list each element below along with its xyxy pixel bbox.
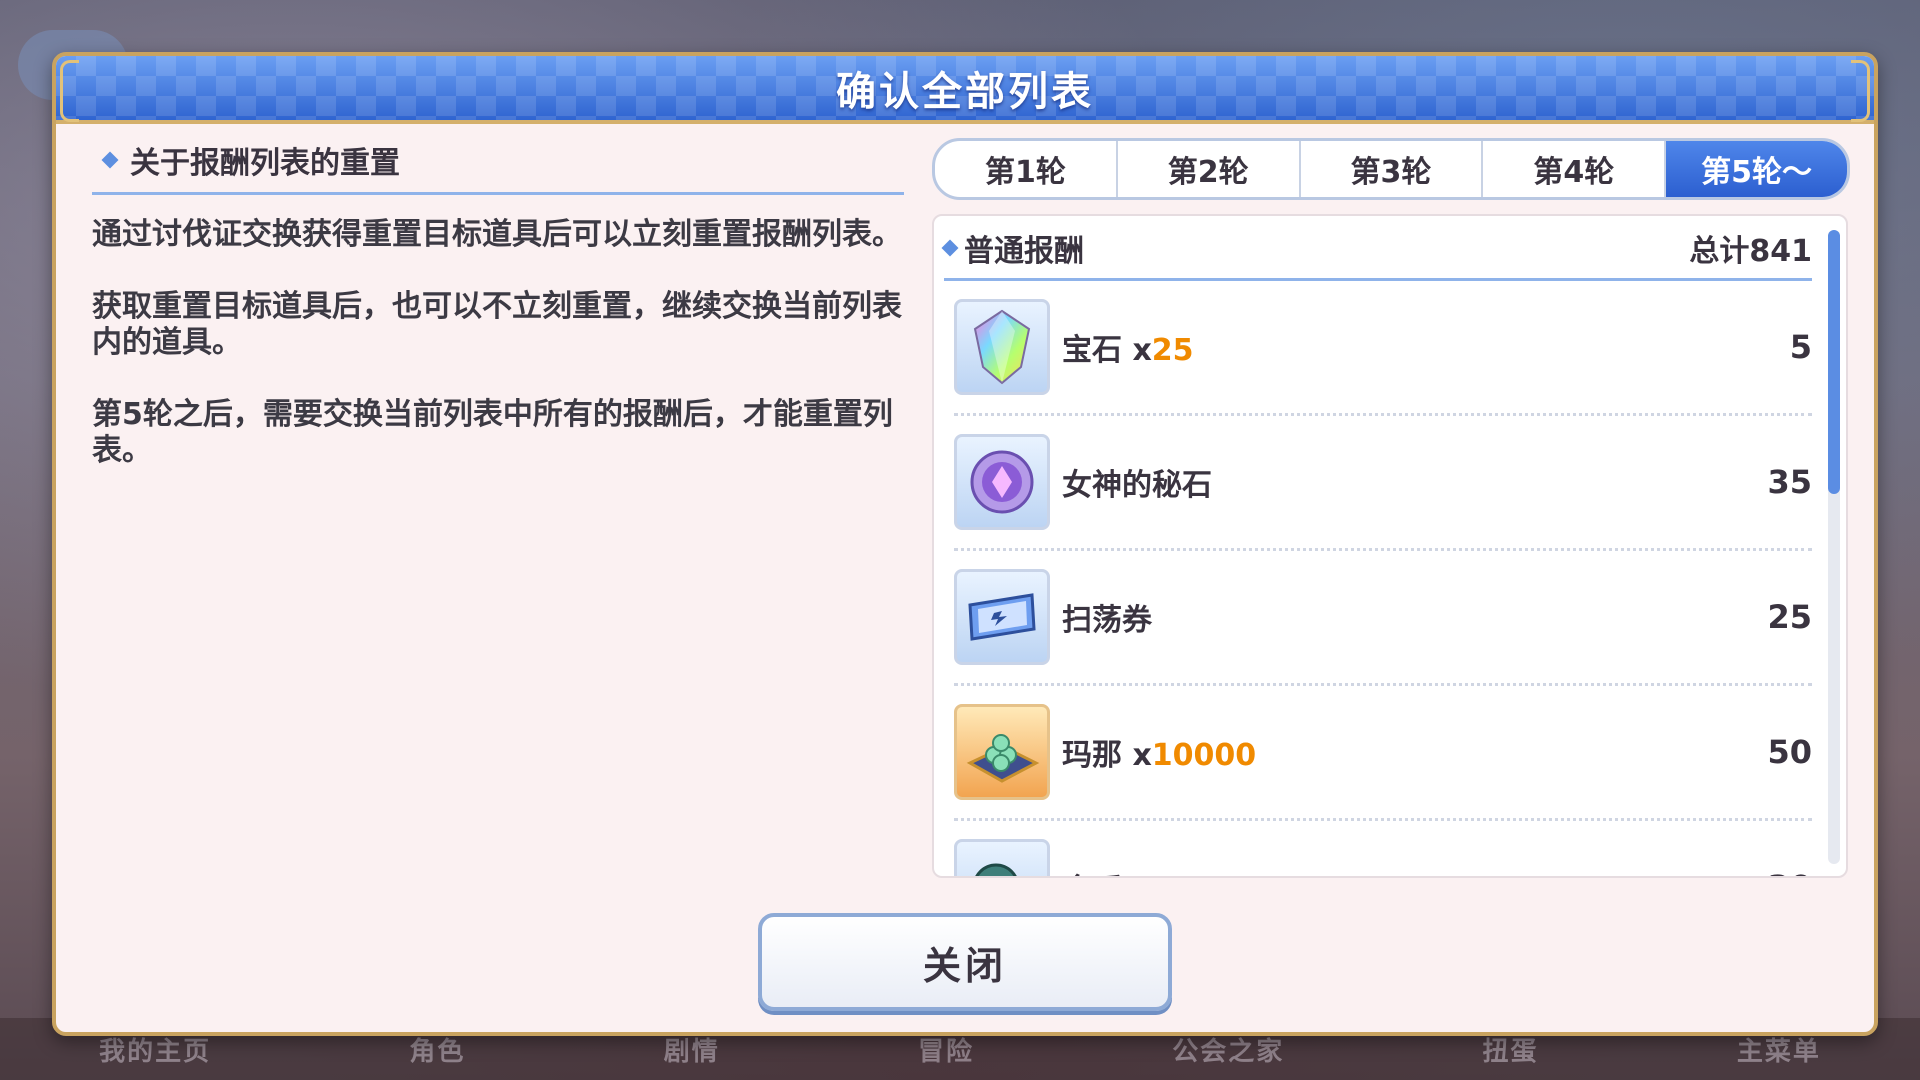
gem-icon <box>954 299 1050 395</box>
tab-round-5[interactable]: 第5轮～ <box>1666 141 1847 197</box>
close-button-label: 关闭 <box>922 943 1007 988</box>
reward-row: 金币 x250 30 <box>954 821 1812 876</box>
nav-item: 主菜单 <box>1736 1036 1821 1067</box>
reset-info-paragraph: 通过讨伐证交换获得重置目标道具后可以立刻重置报酬列表。 <box>92 217 902 252</box>
goddess-stone-icon <box>954 434 1050 530</box>
reward-list-panel[interactable]: 普通报酬 总计841 宝石 x25 5 女神的秘石 35 扫荡券 25 玛那 x… <box>932 214 1848 878</box>
reward-count: 30 <box>1767 868 1812 876</box>
tab-round-1[interactable]: 第1轮 <box>935 141 1118 197</box>
reward-quantity: 25 <box>1151 333 1194 368</box>
reward-name: 金币 x250 <box>1062 865 1215 876</box>
tab-round-2[interactable]: 第2轮 <box>1118 141 1301 197</box>
mana-icon <box>954 704 1050 800</box>
reset-info-header: 关于报酬列表的重置 <box>92 138 904 195</box>
diamond-bullet-icon <box>101 151 119 169</box>
nav-item: 角色 <box>409 1036 466 1067</box>
reward-row: 玛那 x10000 50 <box>954 686 1812 821</box>
reset-info-panel: 关于报酬列表的重置 通过讨伐证交换获得重置目标道具后可以立刻重置报酬列表。 获取… <box>92 138 904 469</box>
sweep-ticket-icon <box>954 569 1050 665</box>
reset-info-paragraph: 获取重置目标道具后，也可以不立刻重置，继续交换当前列表内的道具。 <box>92 289 902 360</box>
reward-total: 总计841 <box>1689 234 1812 269</box>
reward-row: 扫荡券 25 <box>954 551 1812 686</box>
reward-list-heading: 普通报酬 <box>964 234 1084 269</box>
nav-item: 冒险 <box>917 1036 974 1067</box>
reward-row: 女神的秘石 35 <box>954 416 1812 551</box>
title-corner-ornament <box>1851 60 1870 122</box>
nav-item: 扭蛋 <box>1482 1036 1539 1067</box>
reward-row: 宝石 x25 5 <box>954 281 1812 416</box>
reward-list-dialog: 确认全部列表 关于报酬列表的重置 通过讨伐证交换获得重置目标道具后可以立刻重置报… <box>52 52 1878 1036</box>
reward-count: 5 <box>1789 328 1812 366</box>
reset-info-paragraph: 第5轮之后，需要交换当前列表中所有的报酬后，才能重置列表。 <box>92 397 893 468</box>
reward-name: 玛那 x10000 <box>1062 738 1257 773</box>
nav-item: 公会之家 <box>1172 1036 1285 1067</box>
gold-coin-icon <box>954 839 1050 876</box>
reward-count: 50 <box>1767 733 1812 771</box>
nav-item: 剧情 <box>663 1036 720 1067</box>
reward-quantity: 250 <box>1152 873 1215 876</box>
round-tabs: 第1轮 第2轮 第3轮 第4轮 第5轮～ <box>932 138 1850 200</box>
nav-item: 我的主页 <box>99 1036 212 1067</box>
tab-round-4[interactable]: 第4轮 <box>1483 141 1667 197</box>
reward-name: 扫荡券 <box>1062 603 1152 638</box>
reward-quantity: 10000 <box>1151 738 1257 773</box>
reward-count: 25 <box>1767 598 1812 636</box>
reward-count: 35 <box>1767 463 1812 501</box>
title-corner-ornament <box>60 60 79 122</box>
dialog-title-bar: 确认全部列表 <box>56 56 1874 124</box>
reward-name: 宝石 x25 <box>1062 333 1194 368</box>
tab-round-3[interactable]: 第3轮 <box>1301 141 1484 197</box>
dialog-title: 确认全部列表 <box>836 69 1094 115</box>
reward-list-header: 普通报酬 总计841 <box>941 216 1812 281</box>
reward-name: 女神的秘石 <box>1062 468 1212 503</box>
reward-list-scrollbar[interactable] <box>1828 230 1840 864</box>
scrollbar-thumb[interactable] <box>1828 230 1840 494</box>
reset-info-heading: 关于报酬列表的重置 <box>130 146 400 181</box>
close-button[interactable]: 关闭 <box>758 913 1172 1011</box>
diamond-bullet-icon <box>941 239 959 257</box>
